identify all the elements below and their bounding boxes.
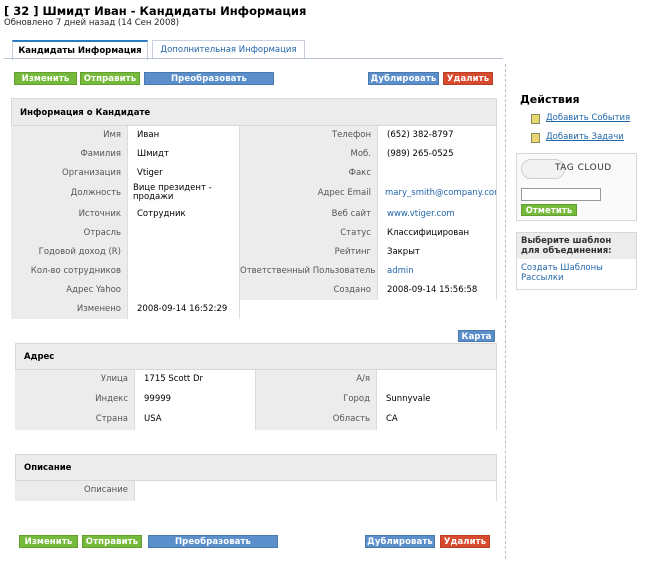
field-label: Источник	[11, 205, 127, 224]
website-link[interactable]: www.vtiger.com	[377, 205, 497, 224]
convert-lead-button[interactable]: Преобразовать Кандидата	[144, 72, 274, 97]
field-label: Отрасль	[11, 224, 127, 243]
email-link[interactable]: mary_smith@company.com	[377, 183, 497, 205]
page-title: [ 32 ] Шмидт Иван - Кандидаты Информация	[4, 4, 307, 18]
convert-lead-button-bottom[interactable]: Преобразовать Кандидата	[148, 535, 278, 560]
delete-button-bottom[interactable]: Удалить	[440, 535, 490, 548]
field-label: Адрес Yahoo	[11, 281, 127, 300]
duplicate-button-bottom[interactable]: Дублировать	[365, 535, 435, 548]
create-templates-link[interactable]: Создать Шаблоны Рассылки	[517, 259, 636, 287]
field-value[interactable]: Сотрудник	[127, 205, 240, 224]
street-label: Улица	[15, 370, 134, 390]
address-table: Улица 1715 Scott Dr А/я Индекс 99999 Гор…	[15, 370, 497, 430]
field-label: Должность	[11, 183, 127, 205]
updated-text: Обновлено 7 дней назад (14 Сен 2008)	[4, 18, 180, 28]
tab-divider	[4, 58, 503, 59]
actions-title: Действия	[520, 93, 580, 106]
field-value[interactable]: (989) 265-0525	[377, 145, 497, 164]
description-value[interactable]	[134, 481, 497, 501]
field-value[interactable]: 2008-09-14 15:56:58	[377, 281, 497, 300]
field-value[interactable]	[127, 224, 240, 243]
state-value[interactable]: CA	[376, 410, 497, 430]
delete-button[interactable]: Удалить	[443, 72, 493, 85]
field-value[interactable]: Закрыт	[377, 243, 497, 262]
field-label: Имя	[11, 126, 127, 145]
country-label: Страна	[15, 410, 134, 430]
field-label: Годовой доход (R)	[11, 243, 127, 262]
field-value[interactable]	[127, 243, 240, 262]
send-button[interactable]: Отправить	[80, 72, 140, 85]
field-label: Моб.	[240, 145, 377, 164]
calendar-event-icon	[531, 114, 540, 124]
lead-info-section: Информация о Кандидате	[11, 98, 497, 126]
tag-cloud-box: TAG CLOUD Отметить	[516, 153, 637, 221]
field-label: Изменено	[11, 300, 127, 319]
tag-cloud-title: TAG CLOUD	[555, 163, 612, 173]
lead-info-right: Телефон (652) 382-8797 Моб. (989) 265-0525…	[240, 126, 497, 300]
field-label: Фамилия	[11, 145, 127, 164]
field-value[interactable]: Шмидт	[127, 145, 240, 164]
tab-lead-info[interactable]: Кандидаты Информация	[12, 40, 148, 60]
field-label: Кол-во сотрудников	[11, 262, 127, 281]
add-event-link[interactable]: Добавить События	[546, 113, 630, 123]
tag-input[interactable]	[521, 188, 601, 201]
street-value[interactable]: 1715 Scott Dr	[134, 370, 256, 390]
field-label: Адрес Email	[240, 183, 377, 205]
field-value[interactable]	[377, 164, 497, 183]
field-label: Статус	[240, 224, 377, 243]
state-label: Область	[256, 410, 376, 430]
edit-button[interactable]: Изменить	[14, 72, 77, 85]
field-label: Организация	[11, 164, 127, 183]
field-label: Телефон	[240, 126, 377, 145]
field-label: Ответственный Пользователь	[240, 262, 377, 281]
lead-info-left: Имя Иван Фамилия Шмидт Организация Vtiger Д…	[11, 126, 240, 319]
tag-button[interactable]: Отметить	[521, 204, 577, 216]
section-title: Информация о Кандидате	[11, 98, 497, 126]
field-value[interactable]: Иван	[127, 126, 240, 145]
field-label: Веб сайт	[240, 205, 377, 224]
sidebar: Действия Добавить События Добавить Задач…	[506, 64, 646, 559]
duplicate-button[interactable]: Дублировать	[368, 72, 439, 85]
field-value[interactable]	[127, 262, 240, 281]
tab-more-info[interactable]: Дополнительная Информация	[152, 40, 305, 59]
map-button[interactable]: Карта	[458, 330, 495, 342]
mailmerge-box: Выберите шаблон для объединения: Создать…	[516, 232, 637, 290]
field-value[interactable]: Классифицирован	[377, 224, 497, 243]
address-section: Адрес	[15, 343, 497, 370]
description-title: Описание	[15, 454, 497, 481]
task-icon	[531, 133, 540, 143]
pobox-label: А/я	[256, 370, 376, 390]
description-table: Описание	[15, 481, 497, 501]
zip-label: Индекс	[15, 390, 134, 410]
country-value[interactable]: USA	[134, 410, 256, 430]
description-section: Описание	[15, 454, 497, 481]
send-button-bottom[interactable]: Отправить	[82, 535, 142, 548]
zip-value[interactable]: 99999	[134, 390, 256, 410]
description-label: Описание	[15, 481, 134, 501]
mailmerge-title: Выберите шаблон для объединения:	[517, 233, 636, 259]
field-value[interactable]: (652) 382-8797	[377, 126, 497, 145]
field-label: Факс	[240, 164, 377, 183]
field-value[interactable]: 2008-09-14 16:52:29	[127, 300, 240, 319]
add-task-link[interactable]: Добавить Задачи	[546, 132, 624, 142]
pobox-value[interactable]	[376, 370, 497, 390]
edit-button-bottom[interactable]: Изменить	[19, 535, 78, 548]
address-title: Адрес	[15, 343, 497, 370]
field-label: Создано	[240, 281, 377, 300]
field-value[interactable]: Vtiger	[127, 164, 240, 183]
field-value[interactable]	[127, 281, 240, 300]
city-label: Город	[256, 390, 376, 410]
field-label: Рейтинг	[240, 243, 377, 262]
field-value[interactable]: Вице президент - продажи	[127, 183, 240, 205]
assigned-user-link[interactable]: admin	[377, 262, 497, 281]
city-value[interactable]: Sunnyvale	[376, 390, 497, 410]
